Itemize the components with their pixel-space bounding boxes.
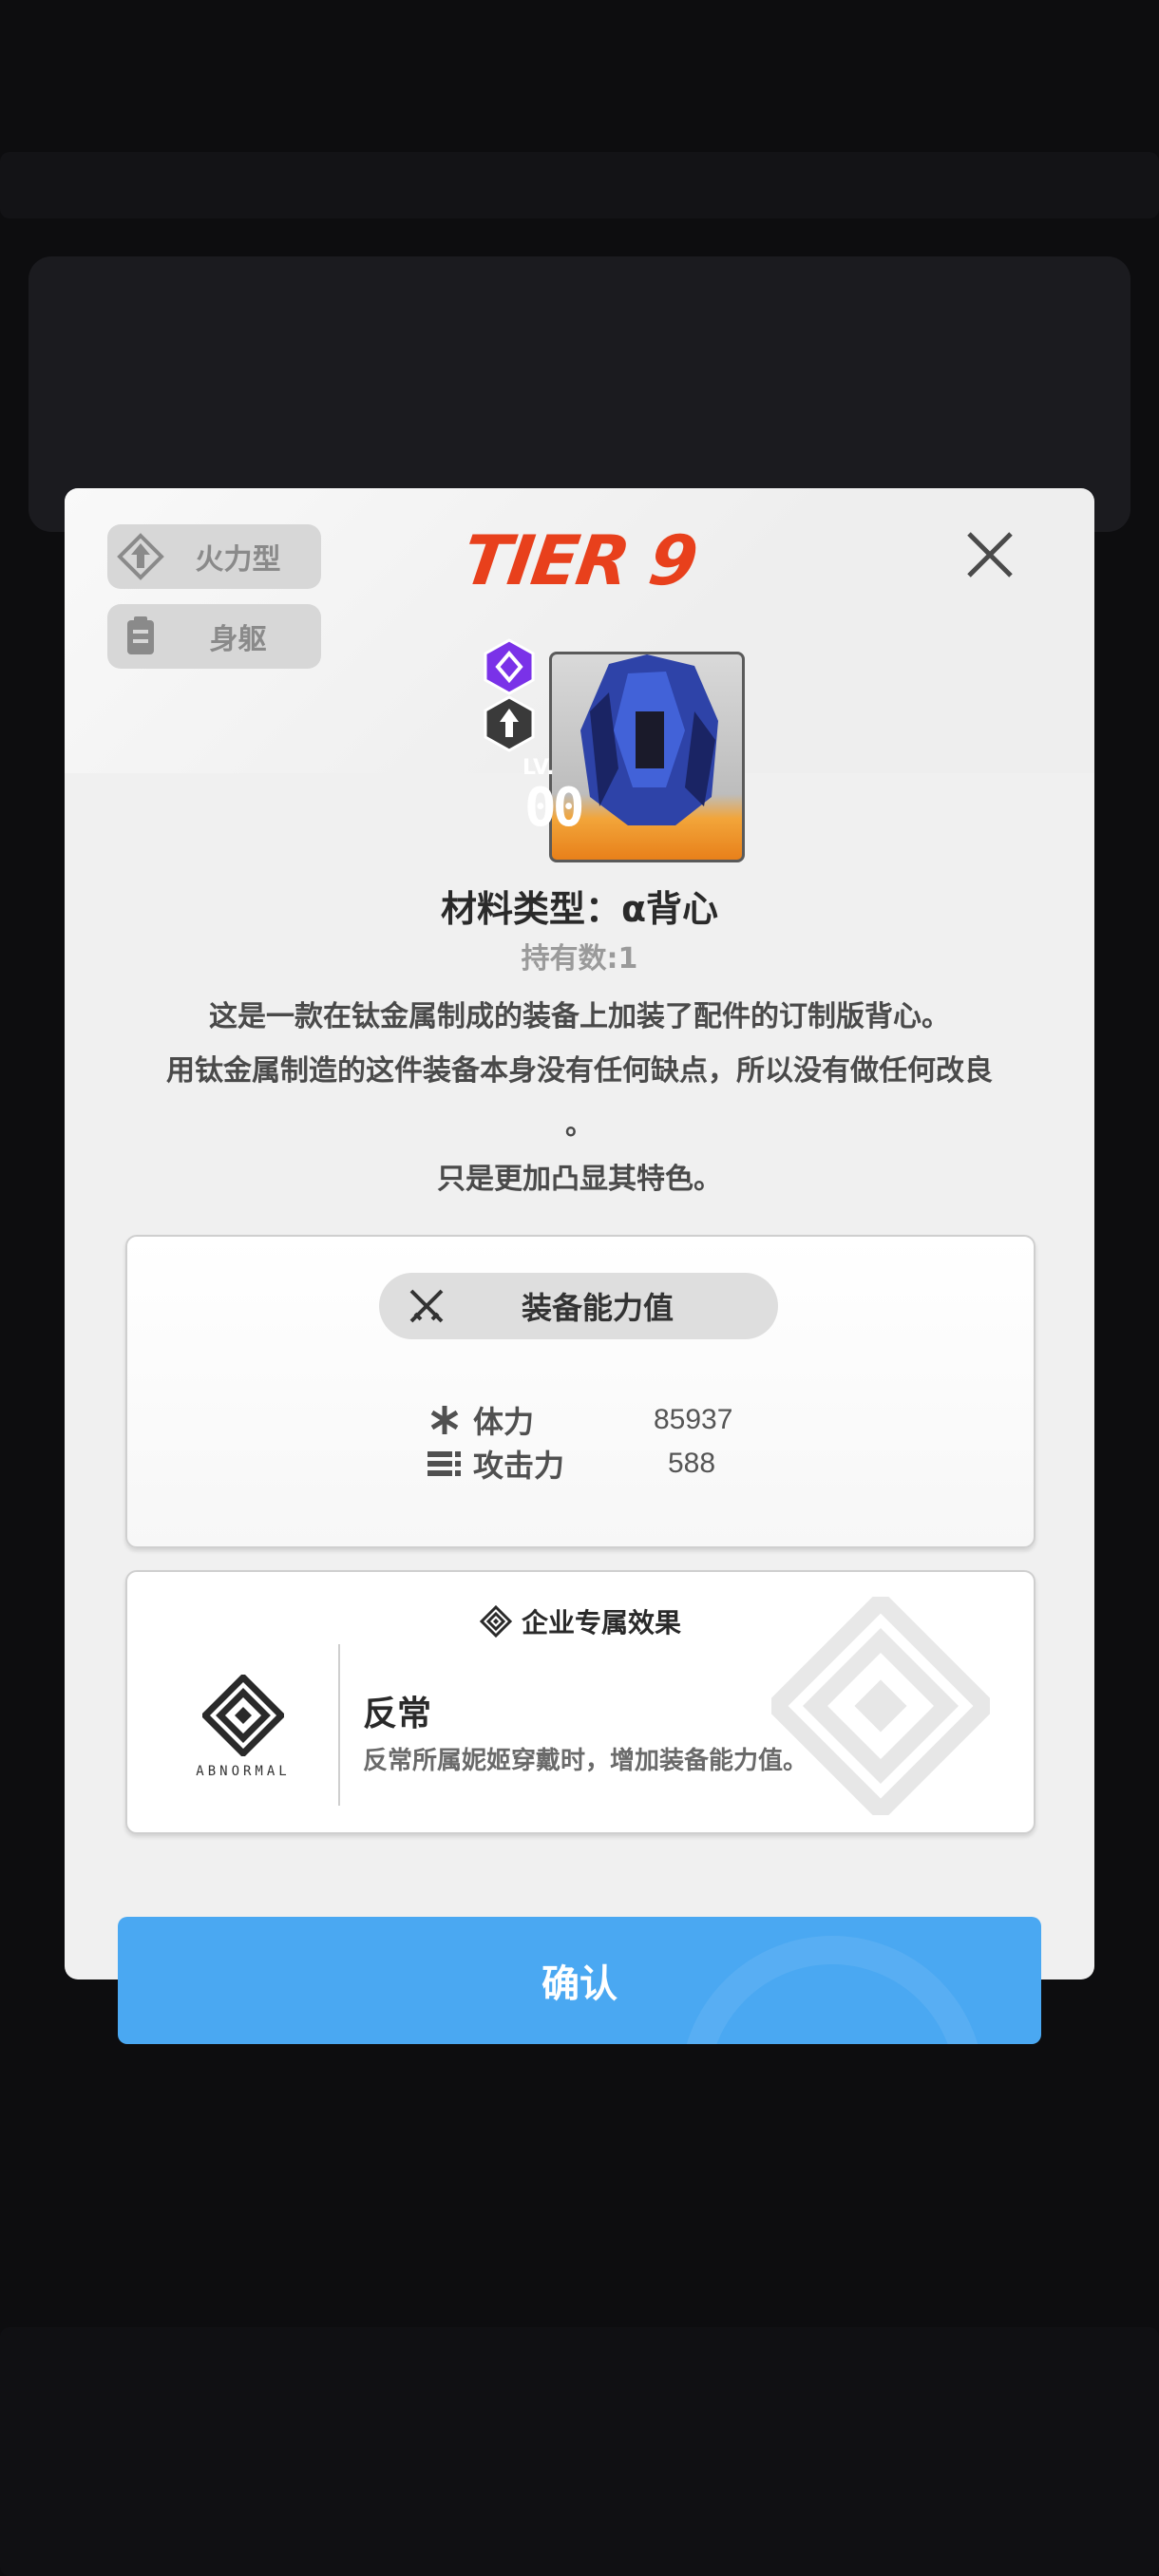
description-line: 这是一款在钛金属制成的装备上加装了配件的订制版背心。 (209, 1000, 950, 1033)
divider (338, 1644, 340, 1806)
close-button[interactable] (960, 524, 1020, 585)
description-line: 。 (565, 1108, 594, 1142)
button-decoration (680, 1936, 984, 2044)
corp-effect-header: 企业专属效果 (127, 1602, 1034, 1640)
manufacturer-hex-icon (484, 638, 535, 695)
tier-label: TIER 9 (458, 521, 701, 600)
tag-body-label: 身躯 (209, 623, 267, 656)
stat-row-attack: 攻击力 588 (422, 1442, 730, 1486)
class-hex-icon (484, 695, 535, 752)
stat-row-hp: 体力 85937 (422, 1398, 733, 1442)
stats-header: 装备能力值 (379, 1273, 778, 1339)
tag-body: 身躯 (107, 604, 321, 669)
corp-effect-description: 反常所属妮姬穿戴时，增加装备能力值。 (363, 1747, 808, 1775)
corp-logo: ABNORMAL (196, 1673, 291, 1779)
item-card: LV. 00 (483, 638, 745, 883)
level-value: 00 (524, 777, 584, 839)
stat-label: 攻击力 (473, 1448, 565, 1484)
item-title: 材料类型：α背心 (440, 888, 719, 930)
body-armor-icon (107, 615, 174, 658)
background-nav-bar (0, 2327, 1159, 2576)
corp-effect-panel: 企业专属效果 ABNORMAL 反常 反常所属妮姬穿戴时，增加装备能力值。 (125, 1570, 1036, 1834)
corp-effect-header-label: 企业专属效果 (521, 1607, 681, 1638)
stats-panel: 装备能力值 体力 85937 攻击力 588 (125, 1235, 1036, 1548)
abnormal-logo-icon (200, 1673, 286, 1758)
close-icon (967, 532, 1013, 578)
stats-header-label: 装备能力值 (521, 1290, 674, 1326)
crossed-swords-icon (379, 1285, 474, 1327)
owned-count: 持有数:1 (521, 942, 638, 975)
asterisk-icon (422, 1404, 467, 1436)
confirm-button-label: 确认 (542, 1962, 618, 2006)
description-line: 只是更加凸显其特色。 (437, 1163, 722, 1196)
ammo-icon (422, 1449, 467, 1478)
description-line: 用钛金属制造的这件装备本身没有任何缺点，所以没有做任何改良 (166, 1054, 993, 1088)
item-description: 这是一款在钛金属制成的装备上加装了配件的订制版背心。 用钛金属制造的这件装备本身… (103, 990, 1056, 1206)
abnormal-diamond-icon (479, 1605, 512, 1638)
corp-logo-text: ABNORMAL (196, 1764, 291, 1779)
confirm-button[interactable]: 确认 (118, 1917, 1041, 2044)
corp-name: 反常 (363, 1695, 432, 1733)
stat-value: 85937 (654, 1404, 733, 1435)
item-detail-modal: 火力型 身躯 TIER 9 LV. 00 材料类型：α背心 持有数:1 这是一款… (65, 488, 1094, 1979)
stat-value: 588 (667, 1448, 716, 1479)
background-header-bar (0, 152, 1159, 218)
stat-label: 体力 (473, 1404, 535, 1440)
